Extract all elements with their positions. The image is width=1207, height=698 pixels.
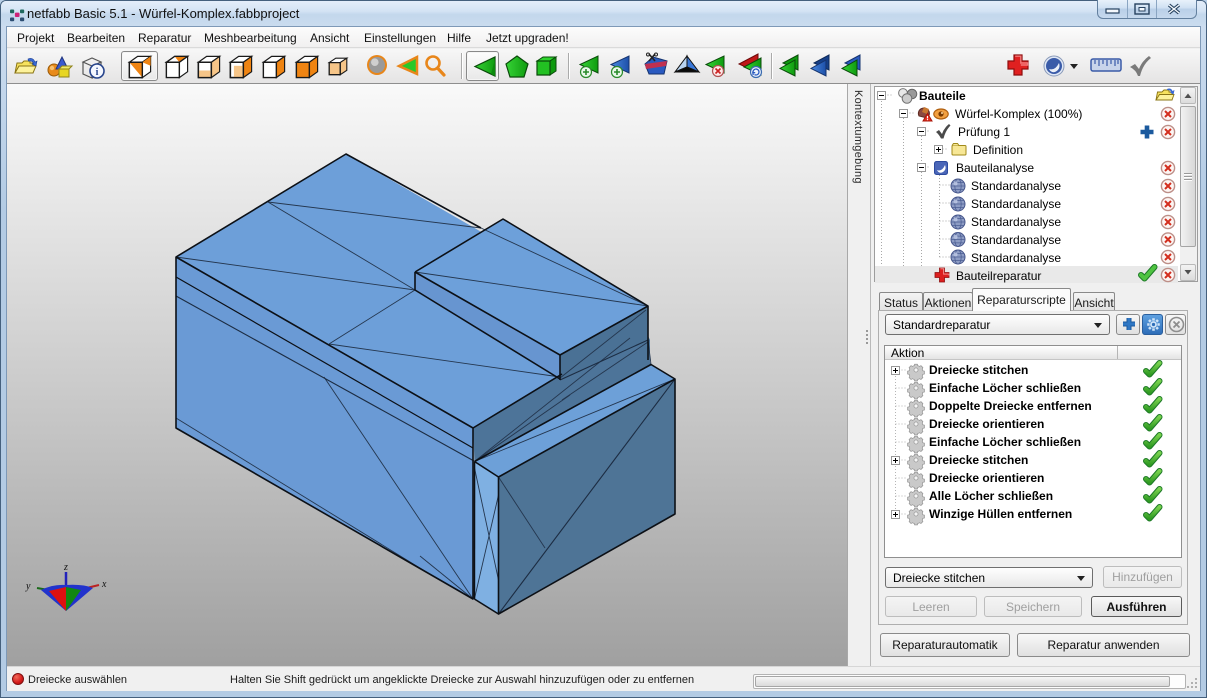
svg-text:y: y: [25, 581, 31, 592]
svg-text:x: x: [101, 579, 107, 590]
svg-text:z: z: [63, 562, 68, 573]
svg-text:i: i: [96, 67, 99, 78]
